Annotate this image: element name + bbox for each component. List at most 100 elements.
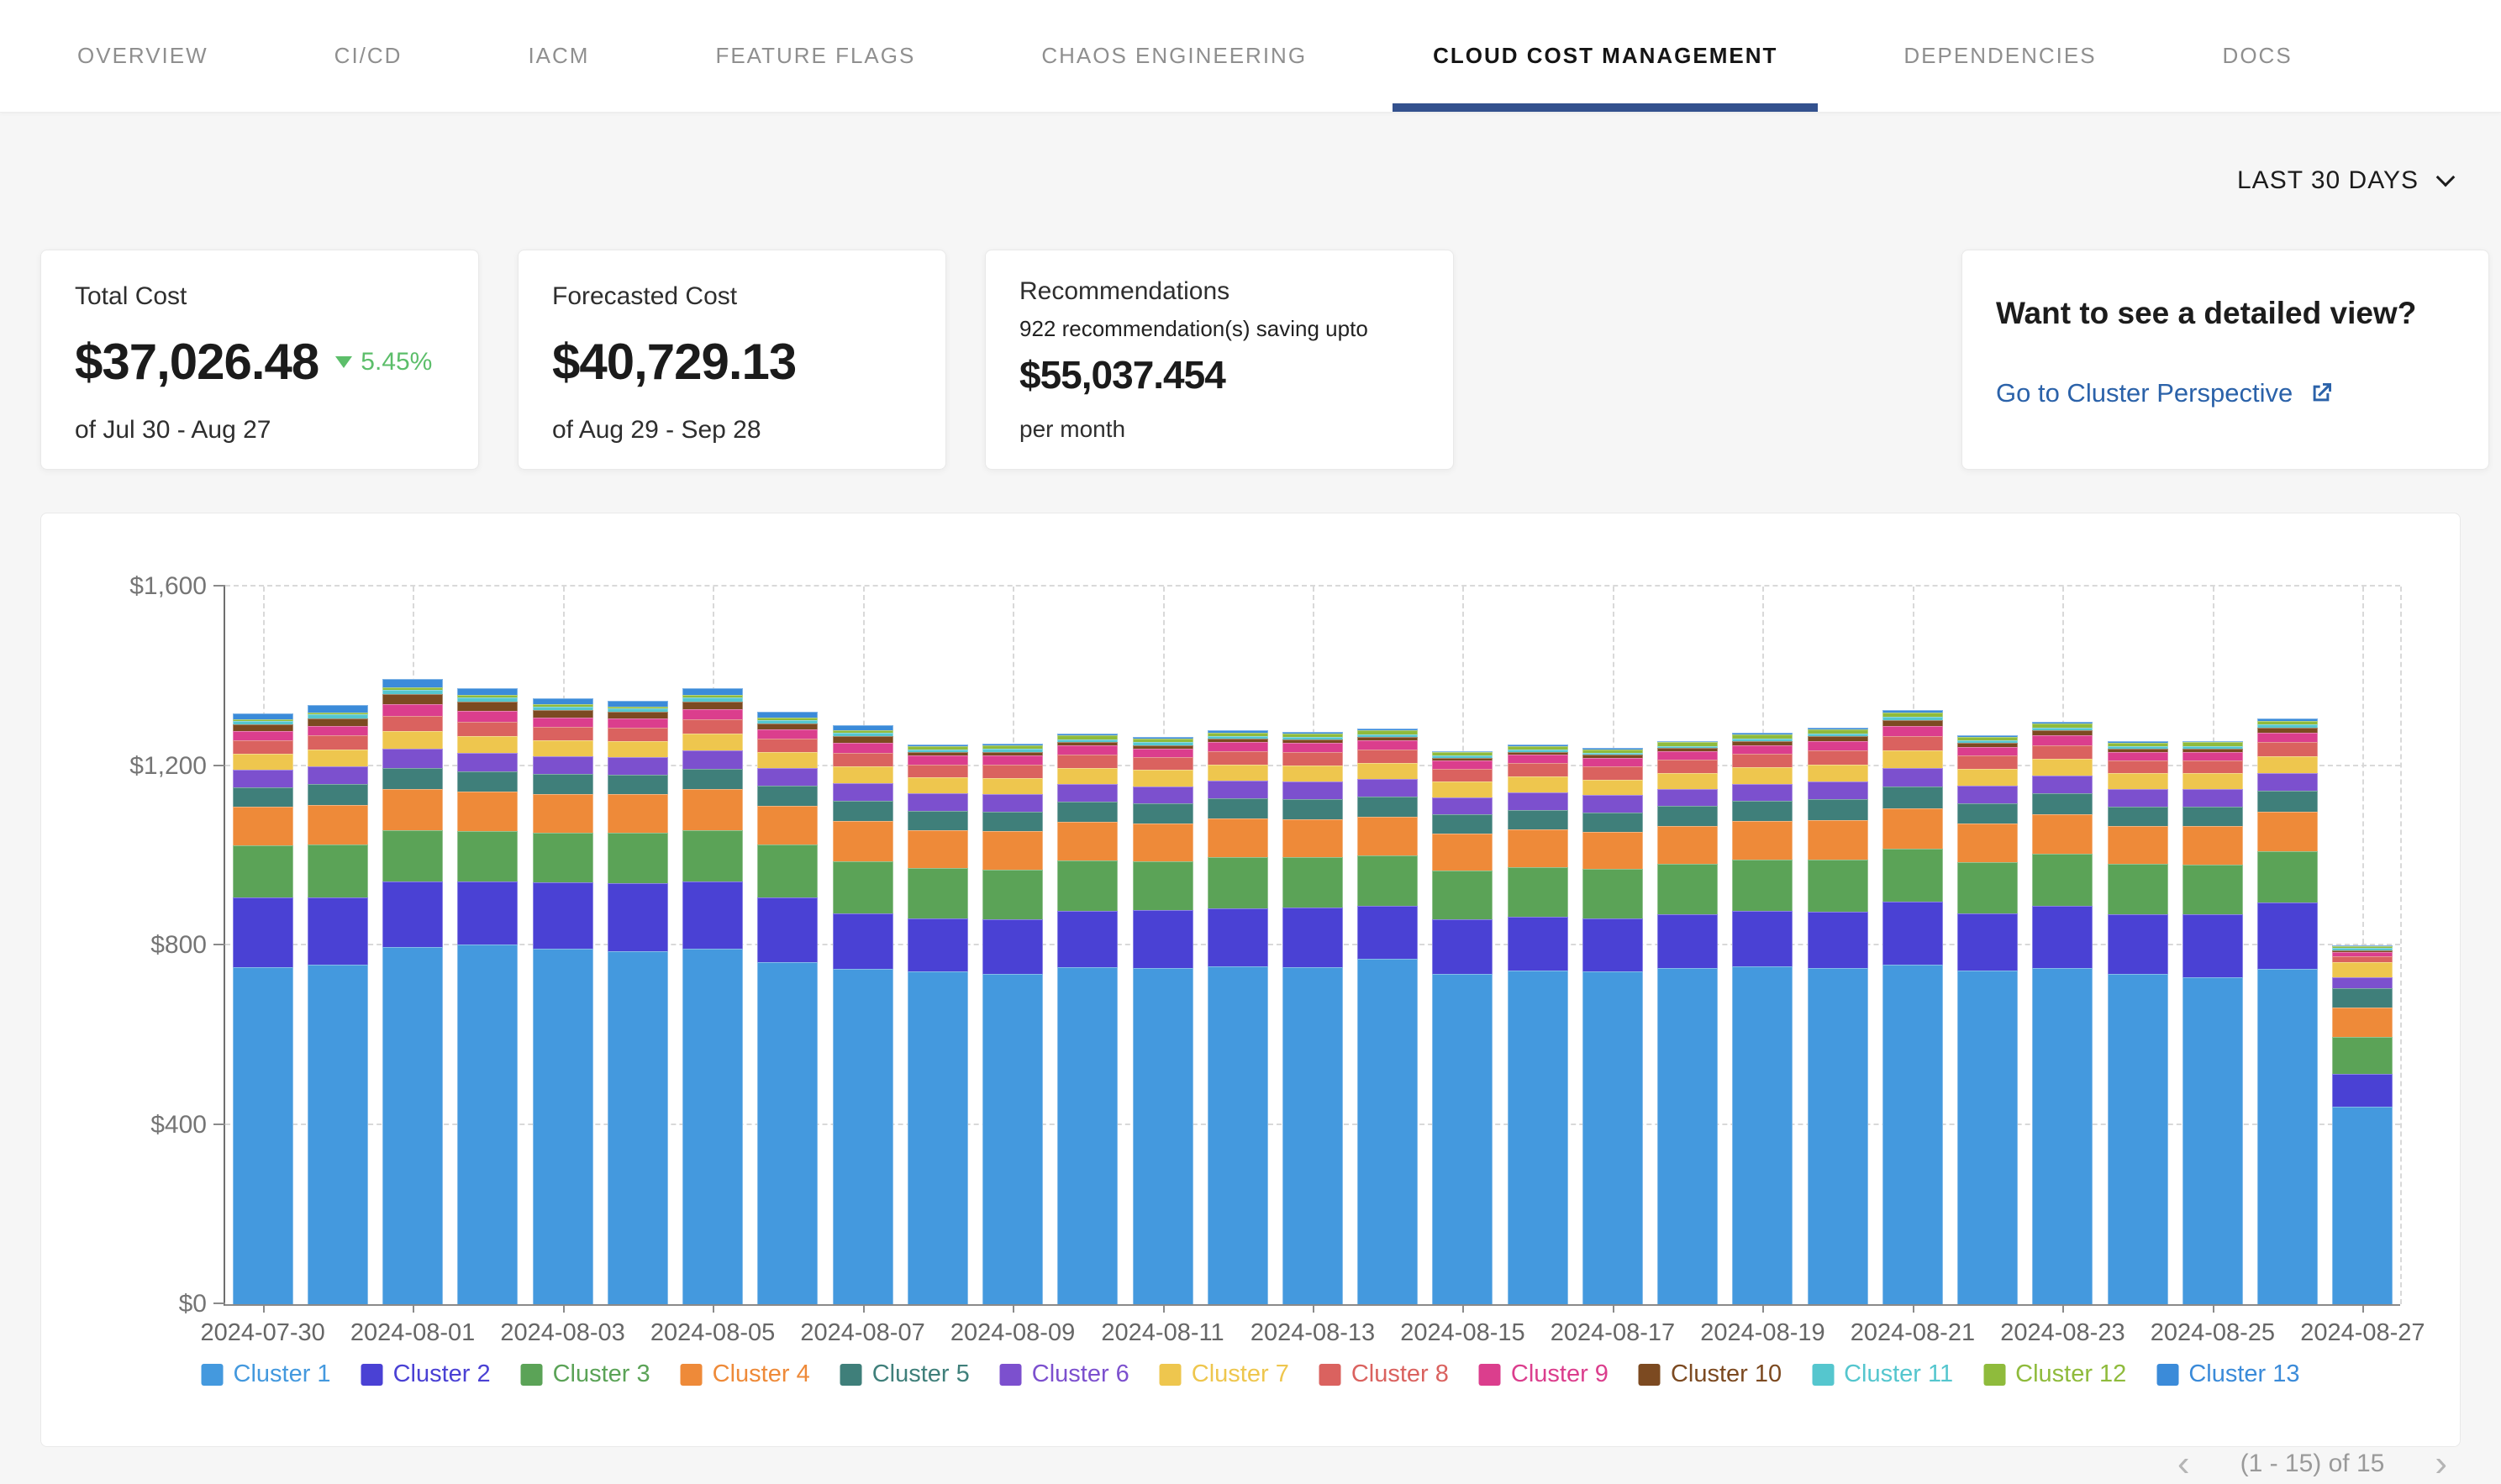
bar-segment-cluster-9[interactable] [1582, 758, 1643, 766]
bar-segment-cluster-5[interactable] [457, 771, 518, 792]
pagination-next-icon[interactable]: › [2435, 1451, 2447, 1476]
bar-segment-cluster-6[interactable] [608, 757, 668, 775]
bar-segment-cluster-2[interactable] [1357, 906, 1418, 959]
bar-segment-cluster-2[interactable] [233, 897, 293, 967]
bar-segment-cluster-3[interactable] [1282, 857, 1343, 908]
bar-segment-cluster-4[interactable] [1432, 834, 1493, 871]
bar-segment-cluster-3[interactable] [1133, 861, 1193, 911]
time-range-selector[interactable]: LAST 30 DAYS [2237, 166, 2452, 195]
stacked-bar-2024-08-06[interactable] [757, 712, 818, 1304]
bar-segment-cluster-13[interactable] [233, 713, 293, 719]
bar-segment-cluster-2[interactable] [1808, 912, 1868, 968]
bar-segment-cluster-5[interactable] [1508, 810, 1568, 830]
legend-item-cluster-1[interactable]: Cluster 1 [202, 1360, 331, 1388]
bar-segment-cluster-2[interactable] [608, 883, 668, 951]
bar-segment-cluster-10[interactable] [533, 710, 593, 718]
bar-segment-cluster-4[interactable] [233, 807, 293, 845]
bar-segment-cluster-4[interactable] [1657, 826, 1718, 864]
bar-segment-cluster-5[interactable] [2032, 793, 2093, 814]
bar-segment-cluster-3[interactable] [833, 861, 893, 913]
bar-segment-cluster-6[interactable] [1582, 795, 1643, 812]
bar-segment-cluster-3[interactable] [982, 870, 1043, 919]
bar-segment-cluster-4[interactable] [2332, 1008, 2393, 1037]
bar-segment-cluster-8[interactable] [608, 728, 668, 741]
bar-segment-cluster-7[interactable] [2332, 962, 2393, 976]
bar-segment-cluster-4[interactable] [1808, 820, 1868, 860]
bar-segment-cluster-6[interactable] [2108, 789, 2168, 806]
stacked-bar-2024-08-24[interactable] [2108, 741, 2168, 1304]
bar-segment-cluster-5[interactable] [2108, 807, 2168, 827]
stacked-bar-2024-08-23[interactable] [2032, 722, 2093, 1304]
stacked-bar-2024-08-19[interactable] [1732, 733, 1793, 1304]
stacked-bar-2024-08-12[interactable] [1208, 730, 1268, 1304]
bar-segment-cluster-1[interactable] [2332, 1107, 2393, 1304]
bar-segment-cluster-3[interactable] [2332, 1037, 2393, 1074]
bar-segment-cluster-2[interactable] [1133, 910, 1193, 967]
bar-segment-cluster-4[interactable] [608, 794, 668, 832]
bar-segment-cluster-1[interactable] [908, 971, 968, 1304]
bar-segment-cluster-9[interactable] [2182, 752, 2243, 760]
bar-segment-cluster-1[interactable] [1508, 971, 1568, 1304]
bar-segment-cluster-2[interactable] [1208, 908, 1268, 966]
legend-item-cluster-13[interactable]: Cluster 13 [2156, 1360, 2299, 1388]
bar-segment-cluster-2[interactable] [1657, 914, 1718, 968]
bar-segment-cluster-5[interactable] [1133, 803, 1193, 824]
stacked-bar-2024-08-27[interactable] [2332, 945, 2393, 1304]
legend-item-cluster-8[interactable]: Cluster 8 [1319, 1360, 1449, 1388]
bar-segment-cluster-2[interactable] [308, 897, 368, 965]
stacked-bar-2024-08-15[interactable] [1432, 751, 1493, 1304]
bar-segment-cluster-8[interactable] [757, 739, 818, 752]
tab-docs[interactable]: DOCS [2223, 0, 2293, 112]
bar-segment-cluster-3[interactable] [2108, 864, 2168, 914]
bar-segment-cluster-4[interactable] [308, 805, 368, 845]
bar-segment-cluster-3[interactable] [457, 831, 518, 881]
bar-segment-cluster-10[interactable] [457, 702, 518, 711]
bar-segment-cluster-9[interactable] [2108, 752, 2168, 760]
bar-segment-cluster-1[interactable] [233, 967, 293, 1304]
bar-segment-cluster-4[interactable] [757, 806, 818, 845]
bar-segment-cluster-2[interactable] [908, 918, 968, 971]
bar-segment-cluster-9[interactable] [833, 743, 893, 752]
bar-segment-cluster-7[interactable] [682, 734, 743, 750]
tab-ci-cd[interactable]: CI/CD [334, 0, 403, 112]
bar-segment-cluster-13[interactable] [533, 698, 593, 704]
bar-segment-cluster-5[interactable] [233, 787, 293, 808]
bar-segment-cluster-1[interactable] [1282, 967, 1343, 1304]
bar-segment-cluster-2[interactable] [2332, 1074, 2393, 1107]
bar-segment-cluster-3[interactable] [608, 833, 668, 883]
bar-segment-cluster-3[interactable] [2257, 851, 2318, 903]
bar-segment-cluster-8[interactable] [1882, 736, 1943, 750]
bar-segment-cluster-9[interactable] [1957, 747, 2018, 756]
bar-segment-cluster-7[interactable] [533, 740, 593, 756]
legend-item-cluster-2[interactable]: Cluster 2 [361, 1360, 491, 1388]
bar-segment-cluster-5[interactable] [1582, 813, 1643, 833]
bar-segment-cluster-8[interactable] [833, 753, 893, 767]
bar-segment-cluster-5[interactable] [1808, 799, 1868, 820]
bar-segment-cluster-7[interactable] [382, 731, 443, 749]
bar-segment-cluster-10[interactable] [757, 724, 818, 729]
bar-segment-cluster-9[interactable] [982, 755, 1043, 765]
bar-segment-cluster-3[interactable] [1657, 864, 1718, 914]
bar-segment-cluster-4[interactable] [1208, 818, 1268, 857]
bar-segment-cluster-1[interactable] [1582, 971, 1643, 1304]
bar-segment-cluster-7[interactable] [1808, 765, 1868, 781]
bar-segment-cluster-7[interactable] [1882, 750, 1943, 767]
bar-segment-cluster-4[interactable] [2032, 814, 2093, 854]
bar-segment-cluster-4[interactable] [1882, 808, 1943, 849]
stacked-bar-2024-07-30[interactable] [233, 713, 293, 1304]
bar-segment-cluster-13[interactable] [608, 701, 668, 707]
bar-segment-cluster-2[interactable] [982, 919, 1043, 974]
bar-segment-cluster-9[interactable] [1432, 760, 1493, 769]
bar-segment-cluster-3[interactable] [233, 845, 293, 897]
bar-segment-cluster-7[interactable] [1508, 776, 1568, 792]
bar-segment-cluster-9[interactable] [233, 731, 293, 740]
bar-segment-cluster-8[interactable] [233, 740, 293, 754]
bar-segment-cluster-13[interactable] [682, 688, 743, 696]
bar-segment-cluster-8[interactable] [1508, 763, 1568, 776]
bar-segment-cluster-1[interactable] [382, 947, 443, 1304]
bar-segment-cluster-1[interactable] [308, 965, 368, 1304]
bar-segment-cluster-9[interactable] [1208, 742, 1268, 751]
bar-segment-cluster-5[interactable] [682, 769, 743, 790]
bar-segment-cluster-8[interactable] [1057, 755, 1118, 768]
bar-segment-cluster-6[interactable] [1657, 789, 1718, 806]
